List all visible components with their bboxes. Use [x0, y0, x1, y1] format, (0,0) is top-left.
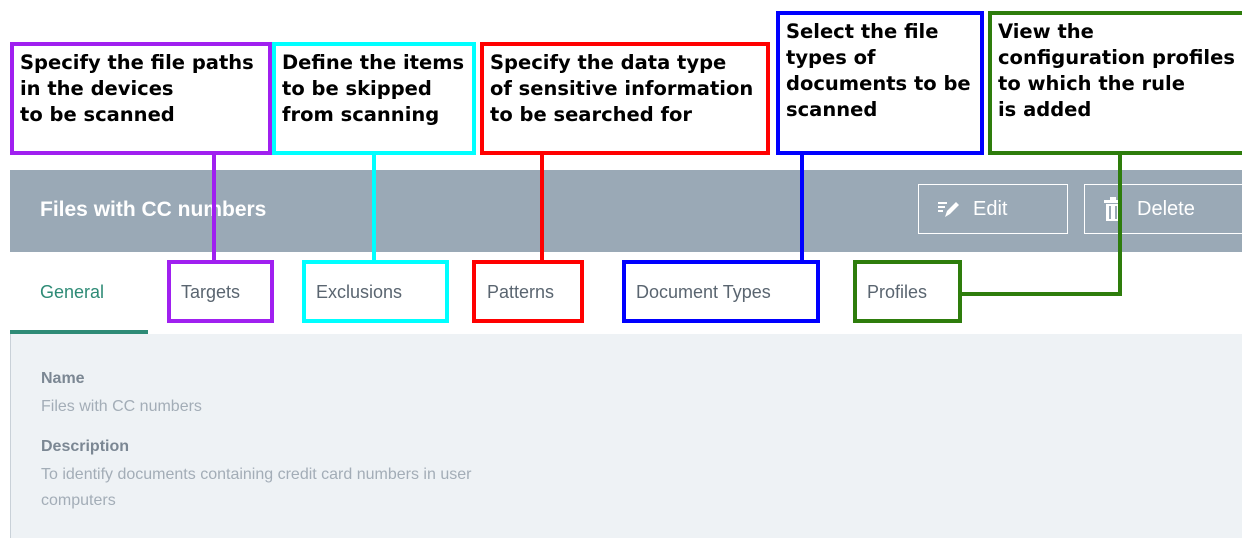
callout-patterns: Specify the data type of sensitive infor… — [480, 42, 770, 155]
callout-targets-line: in the devices — [20, 77, 174, 100]
edit-button-label: Edit — [973, 197, 1008, 220]
callout-profiles-connector-horizontal — [958, 292, 1122, 296]
rule-header: Files with CC numbers Edit Delete — [10, 170, 1242, 252]
callout-patterns-line: to be searched for — [490, 103, 692, 126]
tab-document-types[interactable]: Document Types — [636, 282, 771, 303]
edit-pencil-icon — [937, 199, 959, 219]
callout-document-types-line: documents to be — [786, 72, 971, 95]
description-line-2: computers — [41, 492, 116, 509]
callout-patterns-connector — [540, 155, 544, 260]
description-label: Description — [41, 438, 130, 455]
callout-exclusions-line: from scanning — [282, 103, 440, 126]
callout-patterns-line: of sensitive information — [490, 77, 754, 100]
tab-exclusions[interactable]: Exclusions — [316, 282, 402, 303]
tab-patterns[interactable]: Patterns — [487, 282, 554, 303]
callout-exclusions: Define the items to be skipped from scan… — [272, 42, 476, 155]
callout-profiles-line: is added — [998, 98, 1092, 121]
delete-button[interactable]: Delete — [1084, 184, 1242, 234]
callout-document-types: Select the file types of documents to be… — [776, 11, 984, 155]
callout-profiles-line: to which the rule — [998, 72, 1185, 95]
edit-button[interactable]: Edit — [918, 184, 1068, 234]
callout-profiles-connector — [1118, 155, 1122, 296]
callout-patterns-line: Specify the data type — [490, 51, 727, 74]
callout-document-types-line: Select the file — [786, 20, 939, 43]
page-title: Files with CC numbers — [40, 198, 267, 221]
callout-profiles-line: configuration profiles — [998, 46, 1235, 69]
tab-profiles[interactable]: Profiles — [867, 282, 927, 303]
callout-exclusions-line: to be skipped — [282, 77, 432, 100]
general-panel: Name Files with CC numbers Description T… — [10, 334, 1242, 538]
description-line-1: To identify documents containing credit … — [41, 466, 472, 483]
callout-targets-line: to be scanned — [20, 103, 175, 126]
callout-targets: Specify the file paths in the devices to… — [10, 42, 272, 155]
callout-profiles-line: View the — [998, 20, 1094, 43]
callout-profiles: View the configuration profiles to which… — [988, 11, 1242, 155]
callout-document-types-line: types of — [786, 46, 876, 69]
callout-targets-line: Specify the file paths — [20, 51, 254, 74]
callout-targets-connector — [212, 155, 216, 260]
delete-button-label: Delete — [1137, 197, 1195, 220]
name-label: Name — [41, 370, 85, 387]
callout-exclusions-connector — [372, 155, 376, 260]
name-value: Files with CC numbers — [41, 398, 202, 415]
tab-targets[interactable]: Targets — [181, 282, 240, 303]
callout-exclusions-line: Define the items — [282, 51, 465, 74]
callout-document-types-line: scanned — [786, 98, 878, 121]
tab-general[interactable]: General — [40, 282, 104, 303]
callout-document-types-connector — [800, 155, 804, 260]
